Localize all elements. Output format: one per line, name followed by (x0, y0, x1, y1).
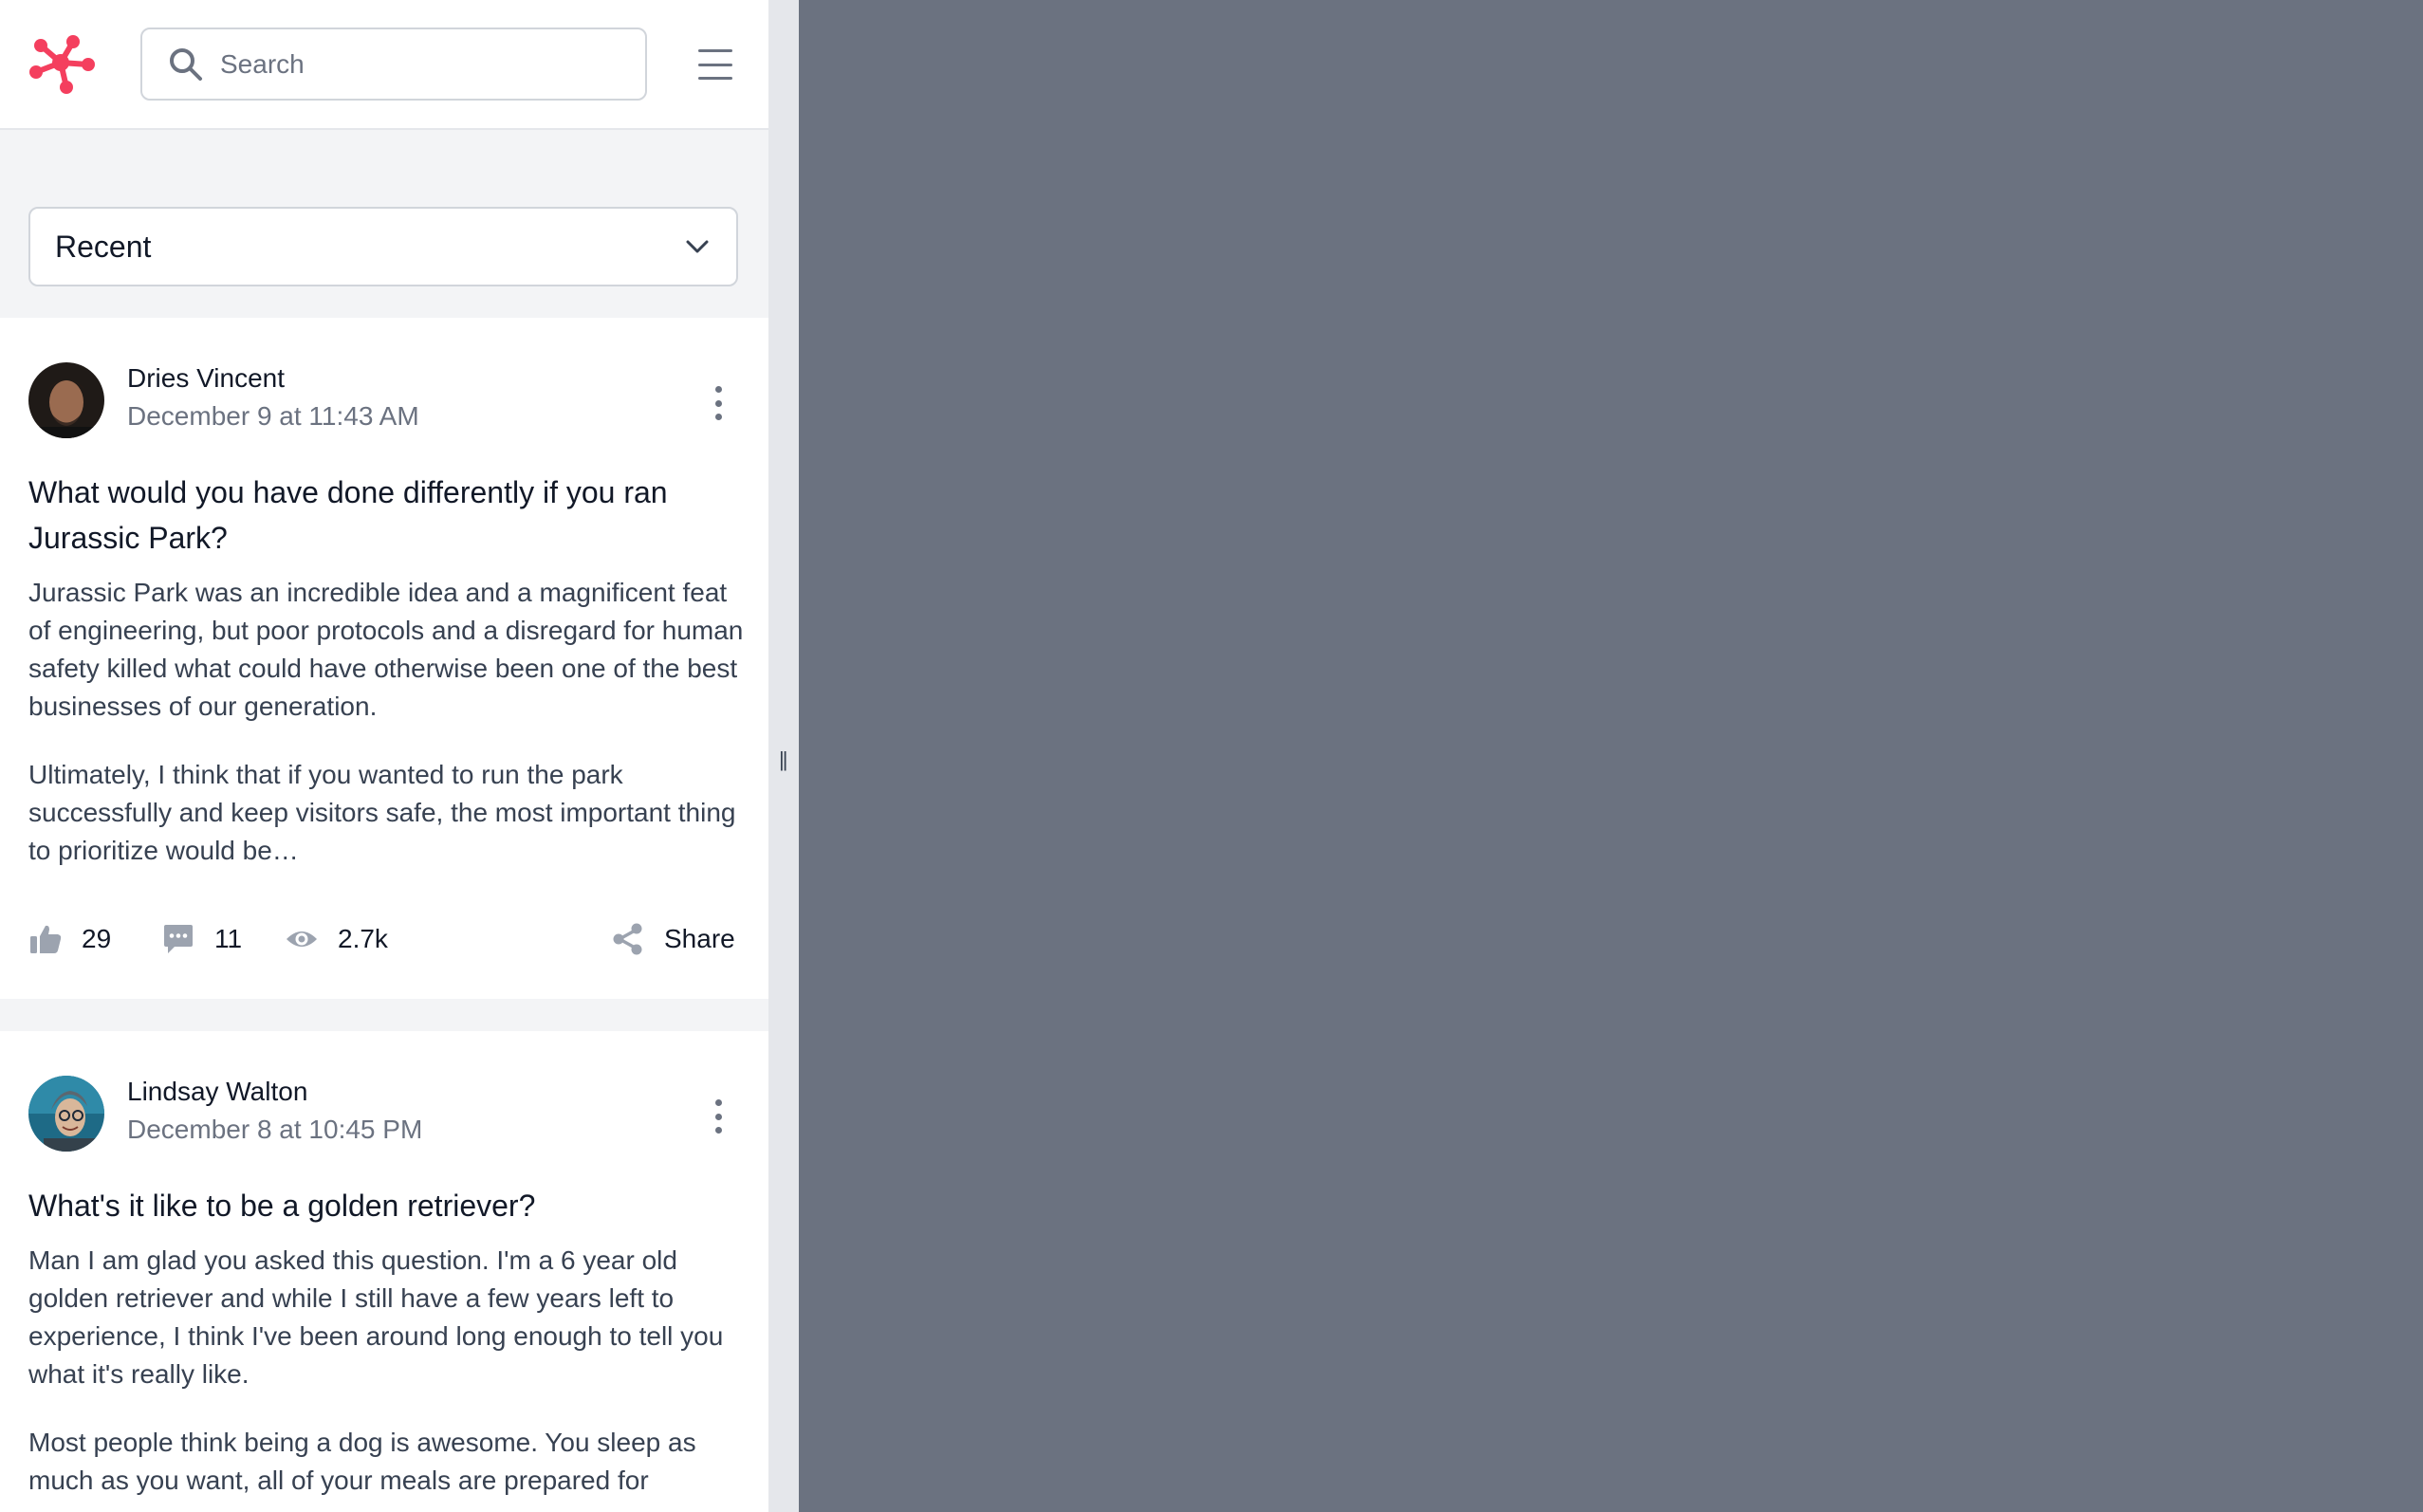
post-date[interactable]: December 9 at 11:43 AM (127, 401, 419, 432)
brand-logo[interactable] (28, 34, 95, 95)
sort-select[interactable]: Recent (28, 207, 738, 286)
resize-handle[interactable]: || (768, 0, 799, 1512)
sort-selected-value: Recent (55, 229, 152, 264)
top-bar (0, 0, 768, 130)
share-icon (613, 923, 642, 955)
post-stats: 29 11 2.7k Share (28, 915, 738, 963)
comment-button[interactable]: 11 (161, 915, 242, 963)
comment-icon (164, 925, 193, 953)
comment-count: 11 (214, 924, 243, 953)
views-stat[interactable]: 2.7k (285, 915, 388, 963)
chevron-down-icon (686, 240, 709, 253)
more-options-icon[interactable] (706, 382, 731, 424)
share-button[interactable]: Share (611, 915, 735, 963)
like-button[interactable]: 29 (28, 915, 111, 963)
thumbs-up-icon (30, 925, 62, 953)
avatar[interactable] (28, 1076, 104, 1152)
post-body-paragraph: Man I am glad you asked this question. I… (28, 1245, 724, 1389)
post-card: Lindsay Walton December 8 at 10:45 PM Wh… (0, 1031, 768, 1512)
post-date[interactable]: December 8 at 10:45 PM (127, 1115, 422, 1145)
post-title[interactable]: What would you have done differently if … (28, 470, 749, 561)
search-input[interactable] (220, 48, 638, 80)
post-author[interactable]: Lindsay Walton (127, 1077, 307, 1107)
menu-icon[interactable] (696, 46, 734, 83)
post-body-paragraph: Most people think being a dog is awesome… (28, 1428, 696, 1495)
search-icon (170, 47, 202, 81)
more-options-icon[interactable] (706, 1096, 731, 1137)
like-count: 29 (82, 924, 112, 953)
eye-icon (287, 931, 317, 947)
feed-panel: Recent Dries Vincent December 9 at 11:43… (0, 0, 768, 1512)
share-label: Share (664, 924, 735, 953)
avatar[interactable] (28, 362, 104, 438)
post-title[interactable]: What's it like to be a golden retriever? (28, 1183, 749, 1228)
overlay-backdrop[interactable] (799, 0, 2423, 1512)
post-author[interactable]: Dries Vincent (127, 363, 285, 394)
search-box[interactable] (140, 28, 647, 101)
post-card: Dries Vincent December 9 at 11:43 AM Wha… (0, 318, 768, 999)
post-body-paragraph: Jurassic Park was an incredible idea and… (28, 578, 744, 721)
view-count: 2.7k (338, 924, 388, 953)
drag-handle-icon: || (779, 747, 788, 771)
post-body-paragraph: Ultimately, I think that if you wanted t… (28, 760, 736, 865)
